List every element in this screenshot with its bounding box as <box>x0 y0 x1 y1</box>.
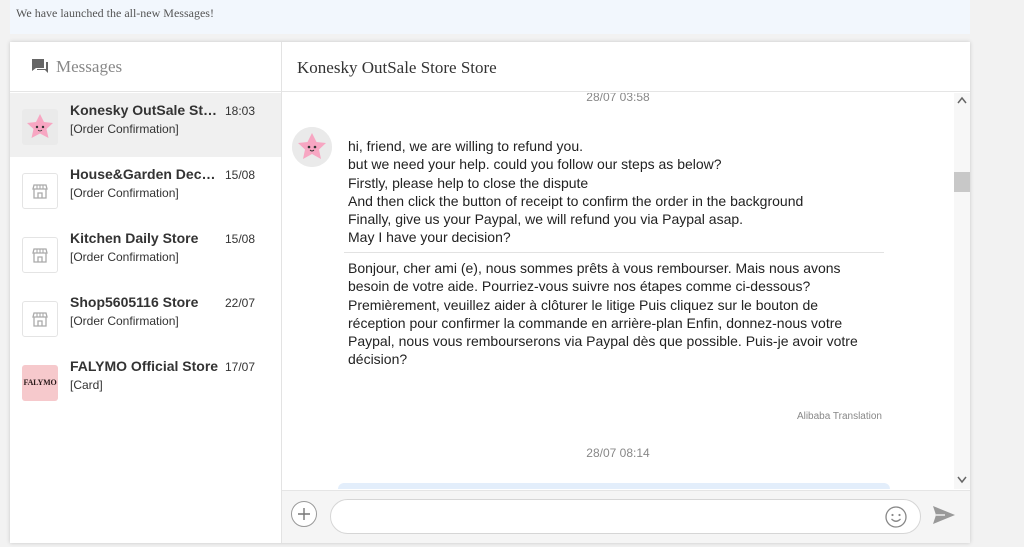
conversation-date: 22/07 <box>225 296 256 310</box>
scrollbar-thumb[interactable] <box>954 172 970 192</box>
conversation-name: House&Garden Decor Store <box>70 166 220 182</box>
pink-star-icon <box>22 109 58 145</box>
store-icon <box>22 173 58 209</box>
announcement-banner: We have launched the all-new Messages! <box>10 0 970 34</box>
message-bubble <box>338 483 890 489</box>
conversation-date: 17/07 <box>225 360 256 374</box>
conversation-item-house-garden[interactable]: House&Garden Decor Store 15/08 [Order Co… <box>10 157 281 221</box>
conversation-preview: [Order Confirmation] <box>70 250 179 264</box>
translation-line: Bonjour, cher ami (e), nous sommes prêts… <box>348 260 732 276</box>
message-line: May I have your decision? <box>348 229 511 246</box>
falymo-logo-text: FALYMO <box>23 378 57 387</box>
translation-line: Premièrement, veuillez aider à clôturer … <box>348 296 636 313</box>
conversation-date: 15/08 <box>225 168 256 182</box>
translation-divider <box>344 252 884 253</box>
message-text: hi, friend, we are willing to refund you… <box>348 137 886 247</box>
message-line: but we need your help. could you follow … <box>348 156 722 173</box>
message-input[interactable] <box>330 499 921 534</box>
scroll-down-icon[interactable] <box>957 476 967 484</box>
message-composer <box>282 490 970 543</box>
pink-star-icon <box>292 127 332 167</box>
conversation-date: 18:03 <box>225 104 256 118</box>
add-attachment-button[interactable] <box>291 501 317 527</box>
message-timestamp: 28/07 03:58 <box>586 93 650 104</box>
sidebar-title: Messages <box>56 57 123 76</box>
message-list[interactable]: 28/07 03:58 hi, friend, we are willing t… <box>282 93 954 489</box>
store-icon <box>22 301 58 337</box>
scroll-up-icon[interactable] <box>957 96 967 104</box>
messages-panel: Messages Konesky OutSale Store Store 18:… <box>10 42 970 543</box>
message-line: And then click the button of receipt to … <box>348 192 804 209</box>
conversation-date: 15/08 <box>225 232 256 246</box>
sidebar-header: Messages <box>10 42 281 92</box>
conversation-item-falymo[interactable]: FALYMO FALYMO Official Store 17/07 [Card… <box>10 349 281 413</box>
message-line: Finally, give us your Paypal, we will re… <box>348 211 744 228</box>
chat-scrollbar[interactable] <box>954 93 970 489</box>
falymo-logo: FALYMO <box>22 365 58 401</box>
conversation-name: Konesky OutSale Store Store <box>70 102 220 118</box>
chat-title: Konesky OutSale Store Store <box>297 58 497 77</box>
conversation-preview: [Order Confirmation] <box>70 314 179 328</box>
banner-text: We have launched the all-new Messages! <box>16 6 214 20</box>
message-line: hi, friend, we are willing to refund you… <box>348 138 584 154</box>
store-icon <box>22 237 58 273</box>
conversation-item-kitchen-daily[interactable]: Kitchen Daily Store 15/08 [Order Confirm… <box>10 221 281 285</box>
conversation-preview: [Order Confirmation] <box>70 122 179 136</box>
conversation-name: FALYMO Official Store <box>70 358 219 374</box>
translation-source-label: Alibaba Translation <box>796 411 882 422</box>
chat-area: Konesky OutSale Store Store 28/07 03:58 … <box>282 42 970 543</box>
conversation-preview: [Order Confirmation] <box>70 186 179 200</box>
messages-icon <box>32 59 48 73</box>
conversation-sidebar: Messages Konesky OutSale Store Store 18:… <box>10 42 282 543</box>
plus-icon <box>298 508 310 520</box>
conversation-preview: [Card] <box>70 378 103 392</box>
conversation-item-shop5605116[interactable]: Shop5605116 Store 22/07 [Order Confirmat… <box>10 285 281 349</box>
conversation-item-konesky[interactable]: Konesky OutSale Store Store 18:03 [Order… <box>10 93 281 157</box>
conversation-name: Kitchen Daily Store <box>70 230 199 246</box>
smiley-icon[interactable] <box>884 505 908 529</box>
conversation-name: Shop5605116 Store <box>70 294 199 310</box>
send-icon[interactable] <box>932 504 956 526</box>
message-timestamp: 28/07 08:14 <box>586 446 650 460</box>
translated-text: Bonjour, cher ami (e), nous sommes prêts… <box>348 259 878 369</box>
chat-header: Konesky OutSale Store Store <box>282 42 970 92</box>
message-line: Firstly, please help to close the disput… <box>348 174 589 191</box>
